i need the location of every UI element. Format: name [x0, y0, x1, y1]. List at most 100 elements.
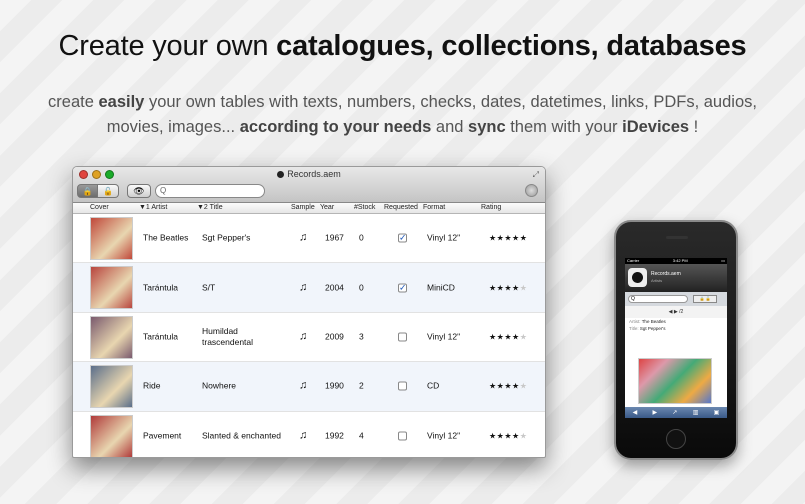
music-note-icon[interactable]: ♫: [299, 380, 307, 392]
format-cell[interactable]: MiniCD: [427, 282, 455, 293]
phone-toolbar: ◀ ▶ ↗ ▥ ▣: [625, 407, 727, 418]
column-header-artist[interactable]: ▼1 Artist: [139, 204, 167, 211]
subtitle-bold: easily: [98, 93, 145, 111]
year-cell[interactable]: 1992: [325, 430, 344, 441]
album-cover-image[interactable]: [90, 315, 133, 359]
headline: Create your own catalogues, collections,…: [0, 30, 805, 63]
column-header-sample[interactable]: Sample: [291, 204, 315, 211]
title-cell[interactable]: Humildad trascendental: [202, 326, 282, 348]
app-subtitle: Artists: [651, 278, 663, 283]
unlock-icon[interactable]: 🔓: [98, 184, 119, 198]
stock-cell[interactable]: 4: [359, 430, 364, 441]
subtitle-text: !: [689, 118, 699, 136]
title-field: Title: Sgt Pepper's: [625, 325, 727, 332]
album-cover-image[interactable]: [90, 365, 133, 409]
lock-toggle-group: 🔒 🔓: [77, 184, 119, 198]
music-note-icon[interactable]: ♫: [299, 232, 307, 244]
window-title-text: Records.aem: [287, 169, 341, 179]
phone-search-bar: Q 🔒 🔓: [625, 292, 727, 306]
format-cell[interactable]: CD: [427, 381, 439, 392]
stock-cell[interactable]: 2: [359, 381, 364, 392]
document-icon: [277, 171, 285, 178]
requested-checkbox[interactable]: [398, 332, 407, 342]
column-header-format[interactable]: Format: [423, 204, 445, 211]
speaker: [666, 236, 688, 239]
album-cover-image[interactable]: [90, 266, 133, 310]
column-header-stock[interactable]: #Stock: [354, 204, 375, 211]
subtitle-text: them with your: [505, 118, 623, 136]
year-cell[interactable]: 2009: [325, 331, 344, 342]
rating-stars[interactable]: ★★★★★: [489, 282, 527, 293]
mac-window: Records.aem ⤢ 🔒 🔓 👁 Q Cover ▼1 Artist ▼2…: [72, 166, 546, 458]
requested-checkbox[interactable]: ✓: [398, 233, 407, 243]
artist-cell[interactable]: Tarántula: [143, 331, 178, 342]
tabs-icon[interactable]: ▣: [714, 409, 720, 416]
table-row[interactable]: Ride Nowhere ♫ 1990 2 CD ★★★★★: [73, 362, 545, 412]
table-body: The Beatles Sgt Pepper's ♫ 1967 0 ✓ Viny…: [73, 214, 545, 457]
column-header-year[interactable]: Year: [320, 204, 334, 211]
fullscreen-icon[interactable]: ⤢: [533, 170, 539, 180]
rating-stars[interactable]: ★★★★★: [489, 430, 527, 441]
column-header-cover[interactable]: Cover: [90, 204, 109, 211]
eye-icon[interactable]: 👁: [127, 184, 151, 198]
share-icon[interactable]: ↗: [672, 409, 677, 416]
title-cell[interactable]: Slanted & enchanted: [202, 430, 282, 441]
music-note-icon[interactable]: ♫: [299, 282, 307, 293]
year-cell[interactable]: 2004: [325, 282, 344, 293]
title-cell[interactable]: Nowhere: [202, 381, 282, 392]
stock-cell[interactable]: 0: [359, 282, 364, 293]
app-title: Records.aem: [651, 271, 681, 277]
app-header: Records.aem Artists: [625, 264, 727, 292]
stock-cell[interactable]: 0: [359, 233, 364, 244]
search-input[interactable]: Q: [155, 184, 265, 198]
subtitle-bold: iDevices: [622, 118, 690, 136]
phone-lock-toggle[interactable]: 🔒 🔓: [693, 295, 717, 303]
column-header-title[interactable]: ▼2 Title: [197, 204, 223, 211]
bookmarks-icon[interactable]: ▥: [693, 409, 699, 416]
action-button[interactable]: [525, 184, 538, 197]
window-titlebar: Records.aem ⤢ 🔒 🔓 👁 Q: [73, 167, 545, 203]
requested-checkbox[interactable]: ✓: [398, 283, 407, 293]
album-cover-image[interactable]: [90, 217, 133, 260]
requested-checkbox[interactable]: [398, 381, 407, 391]
music-note-icon[interactable]: ♫: [299, 331, 307, 342]
format-cell[interactable]: Vinyl 12": [427, 331, 460, 342]
year-cell[interactable]: 1990: [325, 381, 344, 392]
format-cell[interactable]: Vinyl 12": [427, 233, 460, 244]
table-header: Cover ▼1 Artist ▼2 Title Sample Year #St…: [73, 203, 545, 214]
subtitle-text: create: [48, 93, 99, 111]
artist-cell[interactable]: Tarántula: [143, 282, 178, 293]
title-cell[interactable]: S/T: [202, 282, 282, 293]
column-header-rating[interactable]: Rating: [481, 204, 501, 211]
phone-search-input[interactable]: Q: [628, 295, 688, 303]
subtitle-bold: according to your needs: [239, 118, 432, 136]
table-row[interactable]: Tarántula S/T ♫ 2004 0 ✓ MiniCD ★★★★★: [73, 263, 545, 313]
rating-stars[interactable]: ★★★★★: [489, 331, 527, 342]
music-note-icon[interactable]: ♫: [299, 430, 307, 441]
home-button[interactable]: [666, 429, 686, 449]
record-navigator[interactable]: ◀ ▶ /2: [625, 306, 727, 318]
field-value: The Beatles: [641, 319, 666, 324]
stock-cell[interactable]: 3: [359, 331, 364, 342]
title-cell[interactable]: Sgt Pepper's: [202, 233, 282, 244]
forward-icon[interactable]: ▶: [653, 409, 658, 416]
format-cell[interactable]: Vinyl 12": [427, 430, 460, 441]
table-row[interactable]: The Beatles Sgt Pepper's ♫ 1967 0 ✓ Viny…: [73, 214, 545, 264]
column-header-requested[interactable]: Requested: [384, 204, 418, 211]
subtitle-text: and: [431, 118, 469, 136]
album-cover-image[interactable]: [90, 414, 133, 457]
table-row[interactable]: Tarántula Humildad trascendental ♫ 2009 …: [73, 313, 545, 363]
year-cell[interactable]: 1967: [325, 233, 344, 244]
requested-checkbox[interactable]: [398, 431, 407, 441]
artist-cell[interactable]: Ride: [143, 381, 160, 392]
artist-field: Artist: The Beatles: [625, 318, 727, 325]
lock-icon[interactable]: 🔒: [77, 184, 98, 198]
artist-cell[interactable]: The Beatles: [143, 233, 188, 244]
rating-stars[interactable]: ★★★★★: [489, 381, 527, 392]
subtitle: create easily your own tables with texts…: [30, 90, 775, 140]
rating-stars[interactable]: ★★★★★: [489, 233, 527, 244]
back-icon[interactable]: ◀: [633, 409, 638, 416]
iphone: Carrier 3:42 PM ▭ Records.aem Artists Q 🔒 …: [614, 220, 738, 460]
artist-cell[interactable]: Pavement: [143, 430, 181, 441]
table-row[interactable]: Pavement Slanted & enchanted ♫ 1992 4 Vi…: [73, 412, 545, 457]
